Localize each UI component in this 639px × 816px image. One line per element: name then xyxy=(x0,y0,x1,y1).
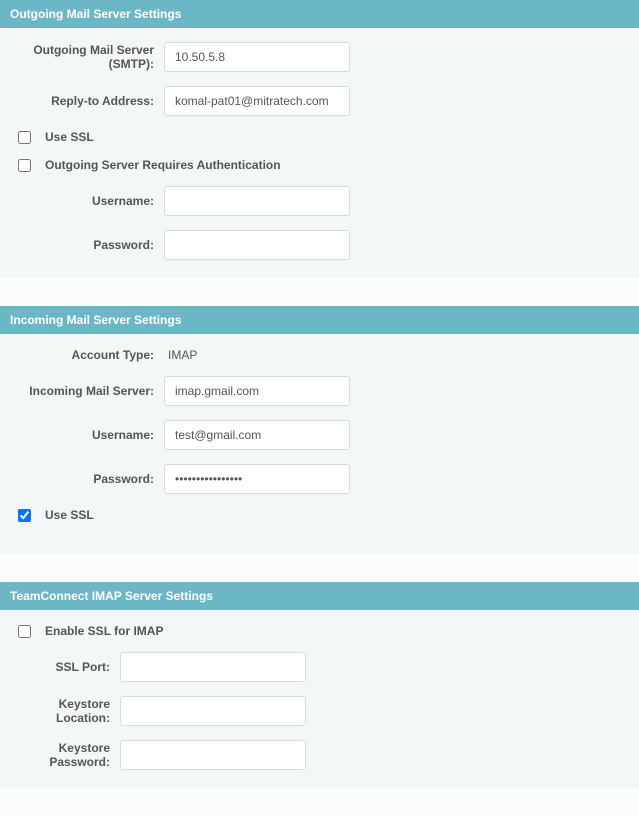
smtp-label: Outgoing Mail Server (SMTP): xyxy=(14,43,164,71)
outgoing-ssl-checkbox[interactable] xyxy=(18,131,31,144)
smtp-input[interactable] xyxy=(164,42,350,72)
imap-section: TeamConnect IMAP Server Settings Enable … xyxy=(0,582,639,788)
incoming-server-input[interactable] xyxy=(164,376,350,406)
keystore-loc-row: Keystore Location: xyxy=(14,696,625,726)
keystore-loc-label: Keystore Location: xyxy=(14,697,120,725)
account-type-value: IMAP xyxy=(164,348,197,362)
incoming-password-label: Password: xyxy=(14,472,164,486)
incoming-username-input[interactable] xyxy=(164,420,350,450)
incoming-ssl-row: Use SSL xyxy=(14,508,625,522)
keystore-loc-input[interactable] xyxy=(120,696,306,726)
imap-header: TeamConnect IMAP Server Settings xyxy=(0,582,639,610)
incoming-mail-body: Account Type: IMAP Incoming Mail Server:… xyxy=(0,334,639,554)
smtp-row: Outgoing Mail Server (SMTP): xyxy=(14,42,625,72)
reply-label: Reply-to Address: xyxy=(14,94,164,108)
keystore-pw-input[interactable] xyxy=(120,740,306,770)
reply-input[interactable] xyxy=(164,86,350,116)
outgoing-ssl-label: Use SSL xyxy=(45,130,94,144)
incoming-password-input[interactable] xyxy=(164,464,350,494)
outgoing-auth-label: Outgoing Server Requires Authentication xyxy=(45,158,281,172)
imap-enable-ssl-checkbox[interactable] xyxy=(18,625,31,638)
account-type-label: Account Type: xyxy=(14,348,164,362)
incoming-username-label: Username: xyxy=(14,428,164,442)
outgoing-password-label: Password: xyxy=(14,238,164,252)
outgoing-auth-row: Outgoing Server Requires Authentication xyxy=(14,158,625,172)
outgoing-mail-section: Outgoing Mail Server Settings Outgoing M… xyxy=(0,0,639,278)
keystore-pw-label: Keystore Password: xyxy=(14,741,120,769)
outgoing-mail-header: Outgoing Mail Server Settings xyxy=(0,0,639,28)
incoming-password-row: Password: xyxy=(14,464,625,494)
outgoing-mail-body: Outgoing Mail Server (SMTP): Reply-to Ad… xyxy=(0,28,639,278)
incoming-mail-section: Incoming Mail Server Settings Account Ty… xyxy=(0,306,639,554)
outgoing-username-input[interactable] xyxy=(164,186,350,216)
ssl-port-row: SSL Port: xyxy=(14,652,625,682)
outgoing-username-label: Username: xyxy=(14,194,164,208)
incoming-ssl-label: Use SSL xyxy=(45,508,94,522)
outgoing-password-row: Password: xyxy=(14,230,625,260)
imap-enable-ssl-label: Enable SSL for IMAP xyxy=(45,624,163,638)
keystore-pw-row: Keystore Password: xyxy=(14,740,625,770)
imap-body: Enable SSL for IMAP SSL Port: Keystore L… xyxy=(0,610,639,788)
outgoing-password-input[interactable] xyxy=(164,230,350,260)
account-type-row: Account Type: IMAP xyxy=(14,348,625,362)
outgoing-username-row: Username: xyxy=(14,186,625,216)
ssl-port-label: SSL Port: xyxy=(14,660,120,674)
incoming-ssl-checkbox[interactable] xyxy=(18,509,31,522)
incoming-server-label: Incoming Mail Server: xyxy=(14,384,164,398)
incoming-username-row: Username: xyxy=(14,420,625,450)
ssl-port-input[interactable] xyxy=(120,652,306,682)
reply-row: Reply-to Address: xyxy=(14,86,625,116)
outgoing-ssl-row: Use SSL xyxy=(14,130,625,144)
incoming-server-row: Incoming Mail Server: xyxy=(14,376,625,406)
imap-enable-ssl-row: Enable SSL for IMAP xyxy=(14,624,625,638)
incoming-mail-header: Incoming Mail Server Settings xyxy=(0,306,639,334)
outgoing-auth-checkbox[interactable] xyxy=(18,159,31,172)
